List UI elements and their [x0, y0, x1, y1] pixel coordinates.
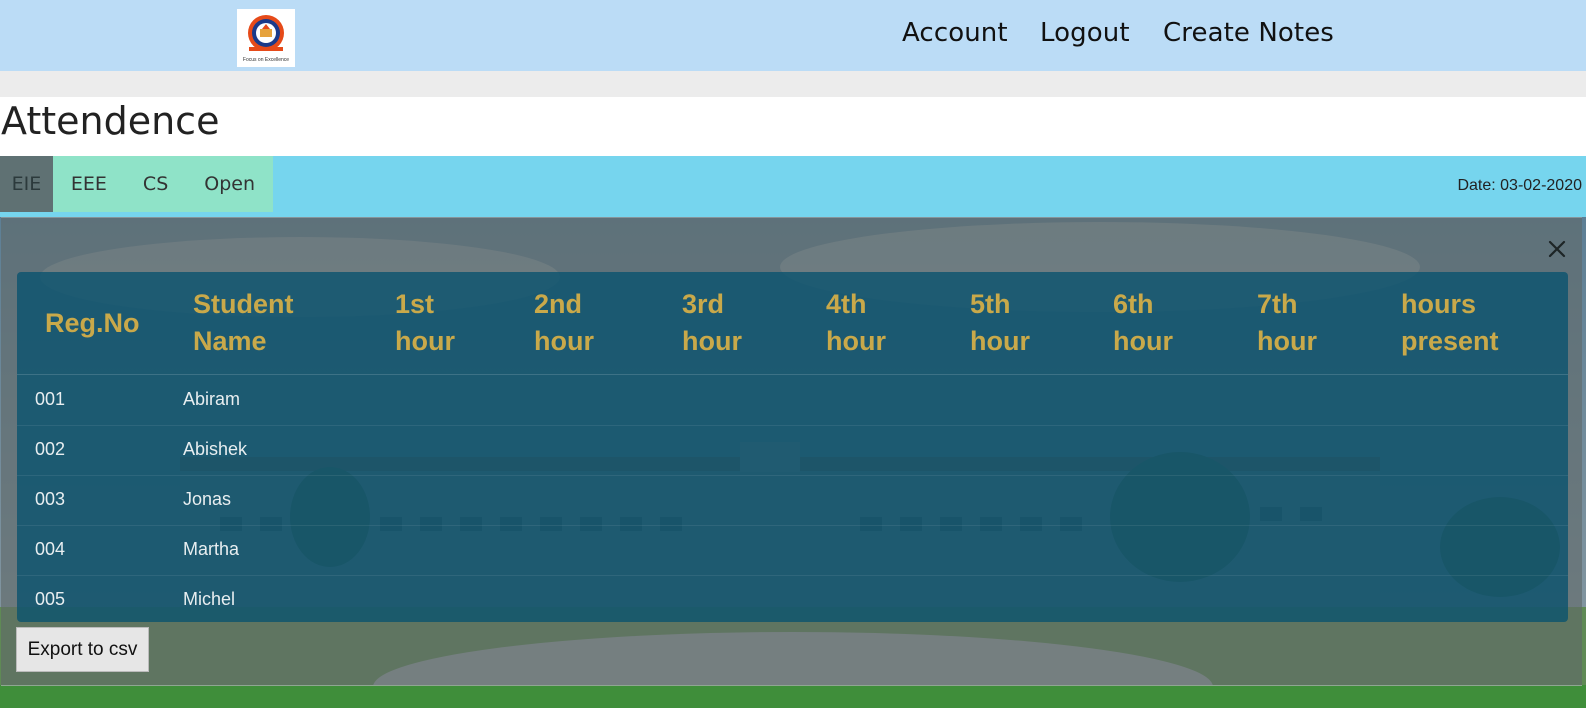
college-logo[interactable]: Focus on Excellence	[237, 9, 295, 67]
header-line: 3rd	[682, 289, 725, 319]
reg-no-cell: 003	[35, 489, 66, 509]
column-header-hours-present: hours present	[1401, 286, 1499, 360]
header-line: 4th	[826, 289, 867, 319]
column-header-student-name: Student Name	[193, 286, 294, 360]
column-header-4th-hour: 4th hour	[826, 286, 886, 360]
column-header-1st-hour: 1st hour	[395, 286, 455, 360]
header-line: Reg.No	[45, 308, 140, 338]
logo-caption: Focus on Excellence	[242, 57, 290, 63]
nav-logout-link[interactable]: Logout	[1040, 18, 1130, 48]
student-name-cell: Michel	[183, 589, 236, 609]
table-row[interactable]: 002 Abishek	[17, 425, 1568, 476]
tab-eie[interactable]: EIE	[0, 156, 53, 212]
export-csv-button[interactable]: Export to csv	[16, 627, 149, 672]
student-name-cell: Jonas	[183, 489, 232, 509]
close-icon	[1548, 240, 1566, 258]
tab-cs[interactable]: CS	[125, 156, 186, 212]
header-line: hour	[682, 326, 742, 356]
column-header-reg-no: Reg.No	[45, 305, 140, 342]
close-button[interactable]	[1546, 238, 1568, 260]
table-row[interactable]: 003 Jonas	[17, 475, 1568, 526]
column-header-3rd-hour: 3rd hour	[682, 286, 742, 360]
date-label: Date: 03-02-2020	[1457, 177, 1582, 194]
student-name-cell: Abiram	[183, 389, 241, 409]
student-name-cell: Martha	[183, 539, 240, 559]
header-line: Name	[193, 326, 267, 356]
table-row[interactable]: 004 Martha	[17, 525, 1568, 576]
table-row[interactable]: 005 Michel	[17, 575, 1568, 622]
table-header: Reg.No Student Name 1st hour 2nd hour 3r…	[17, 272, 1568, 375]
header-line: hour	[970, 326, 1030, 356]
header-line: 1st	[395, 289, 435, 319]
tab-eee[interactable]: EEE	[53, 156, 125, 212]
header-line: 5th	[970, 289, 1011, 319]
nav-create-notes-link[interactable]: Create Notes	[1163, 18, 1334, 48]
header-line: hour	[1257, 326, 1317, 356]
reg-no-cell: 004	[35, 539, 66, 559]
tab-open[interactable]: Open	[186, 156, 273, 212]
page-title: Attendence	[0, 97, 1586, 156]
header-line: hour	[1113, 326, 1173, 356]
nav-account-link[interactable]: Account	[902, 18, 1008, 48]
attendance-modal: Reg.No Student Name 1st hour 2nd hour 3r…	[1, 217, 1582, 686]
header-line: hour	[395, 326, 455, 356]
column-header-6th-hour: 6th hour	[1113, 286, 1173, 360]
header-line: 6th	[1113, 289, 1154, 319]
column-header-5th-hour: 5th hour	[970, 286, 1030, 360]
department-tabs-row: EIE EEE CS Open Date: 03-02-2020	[0, 156, 1586, 217]
column-header-7th-hour: 7th hour	[1257, 286, 1317, 360]
column-header-2nd-hour: 2nd hour	[534, 286, 594, 360]
header-line: hour	[826, 326, 886, 356]
header-line: present	[1401, 326, 1499, 356]
attendance-table: Reg.No Student Name 1st hour 2nd hour 3r…	[17, 272, 1568, 622]
student-name-cell: Abishek	[183, 439, 248, 459]
header-line: Student	[193, 289, 294, 319]
header-line: hour	[534, 326, 594, 356]
header-line: 7th	[1257, 289, 1298, 319]
reg-no-cell: 005	[35, 589, 66, 609]
table-row[interactable]: 001 Abiram	[17, 375, 1568, 426]
header-line: 2nd	[534, 289, 583, 319]
divider-strip	[0, 71, 1586, 97]
department-tabs: EIE EEE CS Open	[0, 156, 273, 212]
header-line: hours	[1401, 289, 1477, 319]
reg-no-cell: 002	[35, 439, 66, 459]
reg-no-cell: 001	[35, 389, 66, 409]
top-navbar: Focus on Excellence Account Logout Creat…	[0, 0, 1586, 71]
